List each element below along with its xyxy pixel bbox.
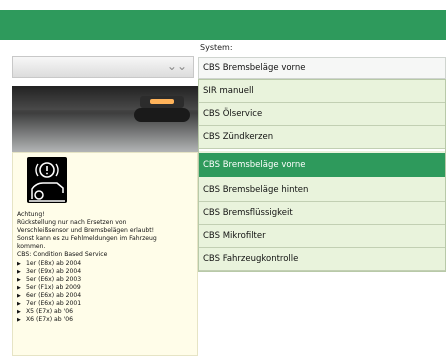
warning-line: Sonst kann es zu Fehlmeldungen im Fahrze… xyxy=(17,235,157,243)
dropdown-option-cbs-zuendkerzen[interactable]: CBS Zündkerzen xyxy=(199,126,445,149)
dropdown-option-cbs-bremsfluessigkeit[interactable]: CBS Bremsflüssigkeit xyxy=(199,202,445,225)
app-header-bar xyxy=(0,10,446,40)
model-list-item: 7er (E6x) ab 2001 xyxy=(17,300,195,308)
model-list-item: X5 (E7x) ab '06 xyxy=(17,308,195,316)
model-list-item: 6er (E6x) ab 2004 xyxy=(17,292,195,300)
dropdown-separator xyxy=(199,149,445,151)
system-label: System: xyxy=(200,43,233,52)
model-list-item: 5er (E6x) ab 2003 xyxy=(17,276,195,284)
warning-line: Verschleißsensor und Bremsbelägen erlaub… xyxy=(17,227,155,235)
interior-lamp xyxy=(140,96,184,108)
system-dropdown-list: SIR manuell CBS Ölservice CBS Zündkerzen… xyxy=(198,79,446,272)
cbs-definition: CBS: Condition Based Service xyxy=(17,251,108,259)
warning-line: Rückstellung nur nach Ersetzen von xyxy=(17,219,127,227)
dropdown-option-cbs-bremsbelaege-hinten[interactable]: CBS Bremsbeläge hinten xyxy=(199,179,445,202)
system-select-value: CBS Bremsbeläge vorne xyxy=(203,63,306,73)
model-list: 1er (E8x) ab 2004 3er (E9x) ab 2004 5er … xyxy=(17,260,195,325)
dropdown-option-cbs-bremsbelaege-vorne[interactable]: CBS Bremsbeläge vorne xyxy=(199,153,445,177)
model-list-item: X6 (E7x) ab '06 xyxy=(17,316,195,324)
warning-heading: Achtung! xyxy=(17,211,45,218)
rearview-mirror xyxy=(134,108,190,122)
brake-pad-warning-icon xyxy=(27,157,67,203)
dropdown-option-sir-manuell[interactable]: SIR manuell xyxy=(199,80,445,103)
system-select[interactable]: CBS Bremsbeläge vorne xyxy=(198,57,446,79)
model-list-item: 3er (E9x) ab 2004 xyxy=(17,268,195,276)
info-panel: Achtung! Rückstellung nur nach Ersetzen … xyxy=(12,152,198,356)
chevron-down-icon[interactable]: ⌄⌄ xyxy=(167,59,187,73)
model-list-item: 5er (F1x) ab 2009 xyxy=(17,284,195,292)
warning-line: kommen. xyxy=(17,243,46,251)
model-select[interactable]: ⌄⌄ xyxy=(12,56,194,78)
dropdown-option-cbs-mikrofilter[interactable]: CBS Mikrofilter xyxy=(199,225,445,248)
dropdown-option-cbs-oelservice[interactable]: CBS Ölservice xyxy=(199,103,445,126)
info-text: Achtung! Rückstellung nur nach Ersetzen … xyxy=(17,211,195,324)
model-list-item: 1er (E8x) ab 2004 xyxy=(17,260,195,268)
dropdown-option-cbs-fahrzeugkontrolle[interactable]: CBS Fahrzeugkontrolle xyxy=(199,248,445,271)
